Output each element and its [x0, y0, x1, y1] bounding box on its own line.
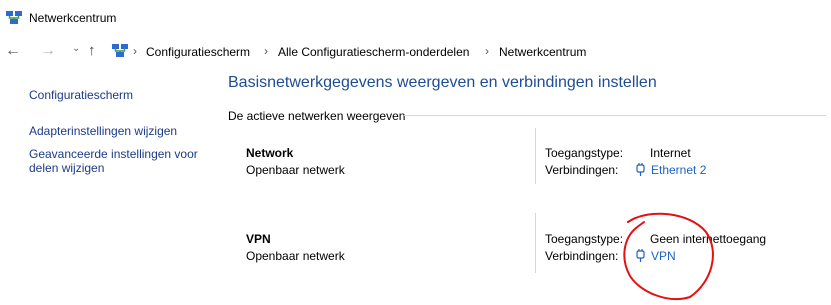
- network-type: Openbaar netwerk: [246, 163, 345, 177]
- sidebar-item-advanced-sharing[interactable]: Geavanceerde instellingen voor delen wij…: [29, 147, 214, 175]
- connections-label: Verbindingen:: [545, 163, 619, 177]
- connections-label: Verbindingen:: [545, 249, 619, 263]
- page-title: Basisnetwerkgegevens weergeven en verbin…: [228, 74, 657, 91]
- up-button[interactable]: ↑: [88, 42, 96, 59]
- connection-link-vpn[interactable]: VPN: [651, 249, 676, 263]
- forward-button[interactable]: →: [40, 43, 56, 59]
- sidebar-item-configuratiescherm[interactable]: Configuratiescherm: [29, 88, 133, 102]
- divider: [535, 213, 536, 273]
- access-type-label: Toegangstype:: [545, 232, 624, 246]
- chevron-right-icon[interactable]: ›: [485, 44, 489, 58]
- divider: [535, 128, 536, 184]
- back-button[interactable]: ←: [5, 43, 21, 59]
- plug-icon: [636, 249, 645, 262]
- network-center-icon: [6, 11, 22, 24]
- breadcrumb-netwerkcentrum[interactable]: Netwerkcentrum: [499, 45, 586, 59]
- window-title: Netwerkcentrum: [29, 11, 117, 25]
- sidebar-item-adapter-settings[interactable]: Adapterinstellingen wijzigen: [29, 124, 177, 138]
- section-heading: De actieve netwerken weergeven: [228, 109, 406, 123]
- network-name: Network: [246, 146, 294, 160]
- chevron-right-icon[interactable]: ›: [133, 44, 137, 58]
- access-type-value: Internet: [650, 146, 691, 160]
- network-center-icon: [112, 44, 128, 57]
- address-bar: ← → ⌄ ↑ › Configuratiescherm › Alle Conf…: [0, 36, 831, 66]
- title-bar: Netwerkcentrum: [0, 0, 831, 36]
- recent-locations-button[interactable]: ⌄: [72, 43, 80, 54]
- network-type: Openbaar netwerk: [246, 249, 345, 263]
- network-name: VPN: [246, 232, 271, 246]
- chevron-right-icon[interactable]: ›: [264, 44, 268, 58]
- breadcrumb-configuratiescherm[interactable]: Configuratiescherm: [146, 45, 250, 59]
- connection-link-ethernet[interactable]: Ethernet 2: [651, 163, 706, 177]
- breadcrumb-alle-onderdelen[interactable]: Alle Configuratiescherm-onderdelen: [278, 45, 469, 59]
- plug-icon: [636, 163, 645, 176]
- divider: [404, 115, 826, 116]
- access-type-value: Geen internettoegang: [650, 232, 767, 246]
- access-type-label: Toegangstype:: [545, 146, 624, 160]
